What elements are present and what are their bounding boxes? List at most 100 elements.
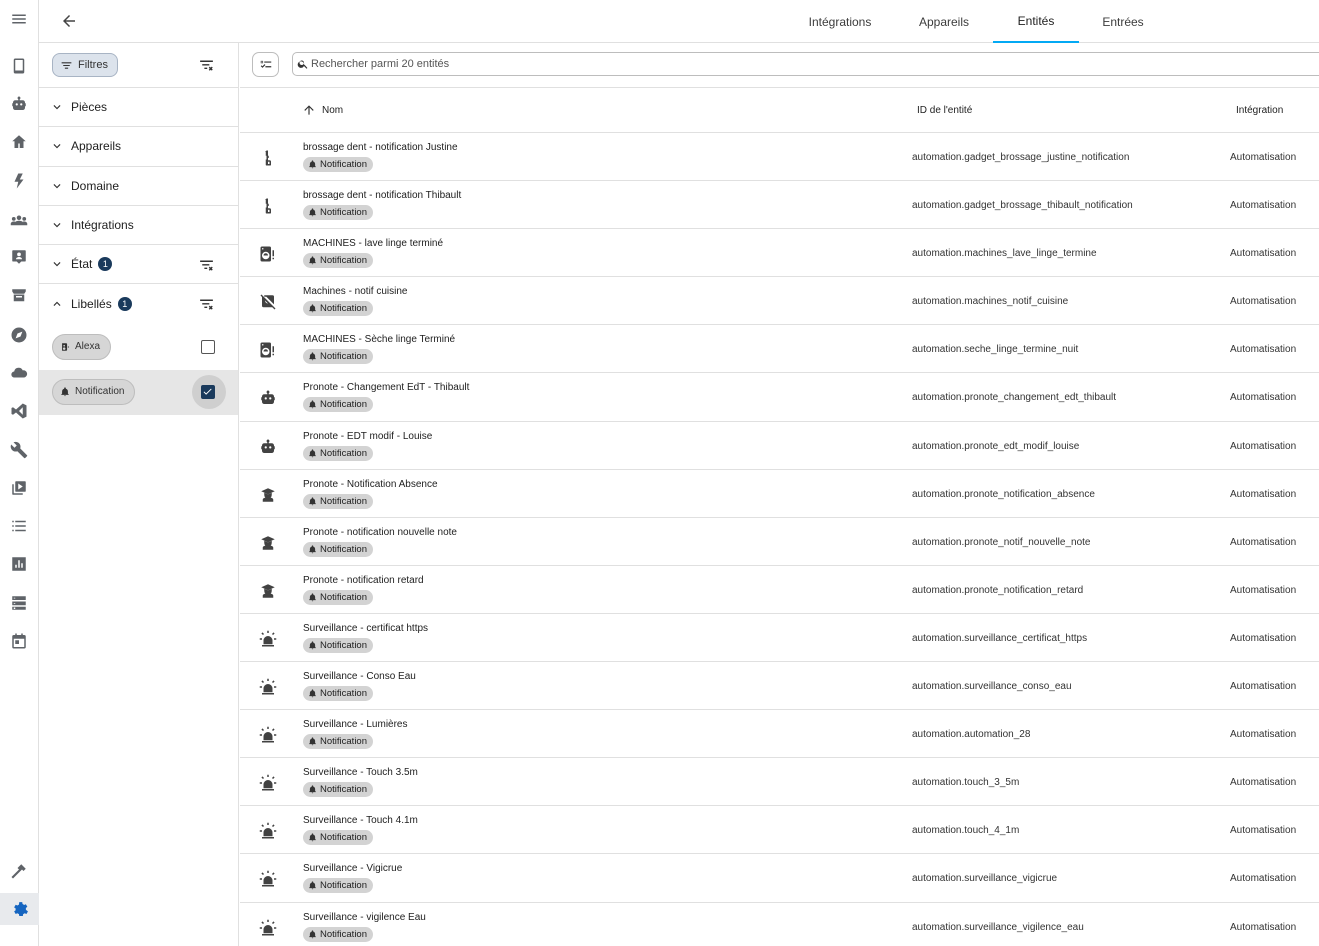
table-row[interactable]: Surveillance - Lumières Notification autom… [240, 710, 1319, 759]
robot-icon[interactable] [7, 92, 31, 116]
table-row[interactable]: Surveillance - certificat https Notificat… [240, 614, 1319, 663]
table-row[interactable]: Pronote - Notification Absence Notificati… [240, 470, 1319, 518]
table-row[interactable]: Surveillance - Conso Eau Notification auto… [240, 662, 1319, 711]
table-row[interactable]: Surveillance - vigilence Eau Notification… [240, 903, 1319, 946]
clear-filter-icon[interactable] [196, 255, 216, 275]
search-input[interactable] [311, 58, 1211, 70]
badge-icon[interactable] [7, 245, 31, 269]
entity-id: automation.pronote_edt_modif_louise [912, 440, 1080, 452]
vscode-icon[interactable] [7, 399, 31, 423]
label-chip-text: Notification [320, 447, 367, 459]
back-arrow-icon[interactable] [57, 9, 81, 33]
chevron-down-icon [50, 218, 64, 232]
clear-filter-icon[interactable] [196, 294, 216, 314]
label-checkbox-alexa[interactable] [201, 339, 215, 354]
label-chip-text: Notification [320, 543, 367, 555]
server-icon[interactable] [7, 591, 31, 615]
bell-icon [309, 208, 316, 217]
bell-icon [309, 785, 316, 794]
alarm-light-icon [258, 918, 278, 938]
media-icon[interactable] [7, 476, 31, 500]
entity-id: automation.pronote_changement_edt_thibau… [912, 392, 1117, 404]
filter-section-rooms[interactable]: Pièces [39, 88, 238, 128]
table-row[interactable]: MACHINES - Sèche linge Terminé Notificati… [240, 325, 1319, 374]
label-chip-notification[interactable]: Notification [52, 378, 136, 405]
alarm-light-icon [258, 821, 278, 841]
table-row[interactable]: Pronote - EDT modif - Louise Notification… [240, 422, 1319, 470]
table-row[interactable]: Pronote - Changement EdT - Thibault Notif… [240, 373, 1319, 422]
chevron-down-icon [50, 257, 64, 271]
compass-icon[interactable] [7, 323, 31, 347]
label-chip-alexa[interactable]: Alexa [52, 333, 112, 360]
entity-name: Surveillance - Lumières [303, 719, 408, 731]
tab-devices[interactable]: Appareils [909, 0, 979, 43]
filters-button[interactable]: Filtres [52, 53, 118, 77]
table-row[interactable]: Machines - notif cuisine Notification auto… [240, 277, 1319, 326]
clear-filters-icon[interactable] [196, 55, 216, 75]
list-icon[interactable] [7, 514, 31, 538]
cog-icon[interactable] [0, 893, 39, 925]
student-icon [258, 533, 278, 553]
entity-integration: Automatisation [1230, 440, 1297, 452]
label-chip-notification: Notification [303, 445, 373, 461]
hammer-icon[interactable] [7, 859, 31, 883]
label-chip-notification: Notification [303, 253, 373, 269]
tablet-icon[interactable] [7, 54, 31, 78]
top-header: Intégrations Appareils Entités Entrées [39, 0, 1319, 43]
toothbrush-icon [258, 196, 278, 216]
label-chip-notification: Notification [303, 782, 373, 798]
filter-section-label: Libellés [71, 297, 112, 312]
filter-section-state[interactable]: État 1 [39, 245, 238, 285]
search-field[interactable] [292, 52, 1319, 76]
sidebar-rail [0, 0, 39, 946]
column-header-integration[interactable]: Intégration [1236, 88, 1283, 132]
table-row[interactable]: Surveillance - Touch 3.5m Notification aut… [240, 758, 1319, 807]
chart-icon[interactable] [7, 552, 31, 576]
filter-count-badge: 1 [98, 257, 113, 272]
entity-id: automation.surveillance_certificat_https [912, 632, 1088, 644]
label-chip-notification: Notification [303, 686, 373, 702]
entity-name: Surveillance - certificat https [303, 622, 429, 634]
cloud-icon[interactable] [7, 361, 31, 385]
sort-arrow-up-icon [304, 105, 314, 115]
entity-id: automation.seche_linge_termine_nuit [912, 344, 1079, 356]
filter-icon [61, 61, 72, 69]
label-chip-notification: Notification [303, 878, 373, 894]
label-chip-text: Notification [320, 255, 367, 267]
chevron-down-icon [50, 139, 64, 153]
filter-section-labels[interactable]: Libellés 1 [39, 284, 238, 323]
home-icon[interactable] [7, 130, 31, 154]
lightning-icon[interactable] [7, 169, 31, 193]
selection-mode-button[interactable] [252, 52, 279, 77]
table-row[interactable]: MACHINES - lave linge terminé Notificatio… [240, 229, 1319, 278]
tab-entities[interactable]: Entités [993, 0, 1079, 43]
wrench-icon[interactable] [7, 438, 31, 462]
hacs-icon[interactable] [7, 284, 31, 308]
label-checkbox-notification[interactable] [201, 384, 215, 399]
entity-integration: Automatisation [1230, 392, 1297, 404]
column-header-label: ID de l'entité [917, 104, 973, 116]
tab-inputs[interactable]: Entrées [1095, 0, 1151, 43]
table-row[interactable]: Pronote - notification retard Notificatio… [240, 566, 1319, 614]
filter-section-devices[interactable]: Appareils [39, 127, 238, 167]
column-header-label: Nom [322, 104, 344, 116]
table-row[interactable]: Surveillance - Vigicrue Notification autom… [240, 854, 1319, 903]
people-icon[interactable] [7, 208, 31, 232]
filter-section-integrations[interactable]: Intégrations [39, 206, 238, 246]
label-chip-notification: Notification [303, 205, 373, 221]
table-row[interactable]: brossage dent - notification Justine Noti… [240, 133, 1319, 182]
entity-name: brossage dent - notification Justine [303, 142, 458, 153]
table-row[interactable]: Pronote - notification nouvelle note Noti… [240, 518, 1319, 566]
column-header-entity-id[interactable]: ID de l'entité [917, 88, 972, 132]
speaker-icon [62, 343, 70, 351]
menu-icon[interactable] [7, 7, 31, 31]
column-header-name[interactable]: Nom [302, 88, 343, 132]
calendar-icon[interactable] [7, 629, 31, 653]
table-row[interactable]: Surveillance - Touch 4.1m Notification aut… [240, 806, 1319, 855]
tab-integrations[interactable]: Intégrations [799, 0, 881, 43]
filter-header: Filtres [39, 43, 238, 88]
filter-section-label: Intégrations [71, 218, 134, 233]
filter-section-domain[interactable]: Domaine [39, 167, 238, 206]
table-row[interactable]: brossage dent - notification Thibault Not… [240, 181, 1319, 230]
robot-icon [258, 437, 278, 457]
